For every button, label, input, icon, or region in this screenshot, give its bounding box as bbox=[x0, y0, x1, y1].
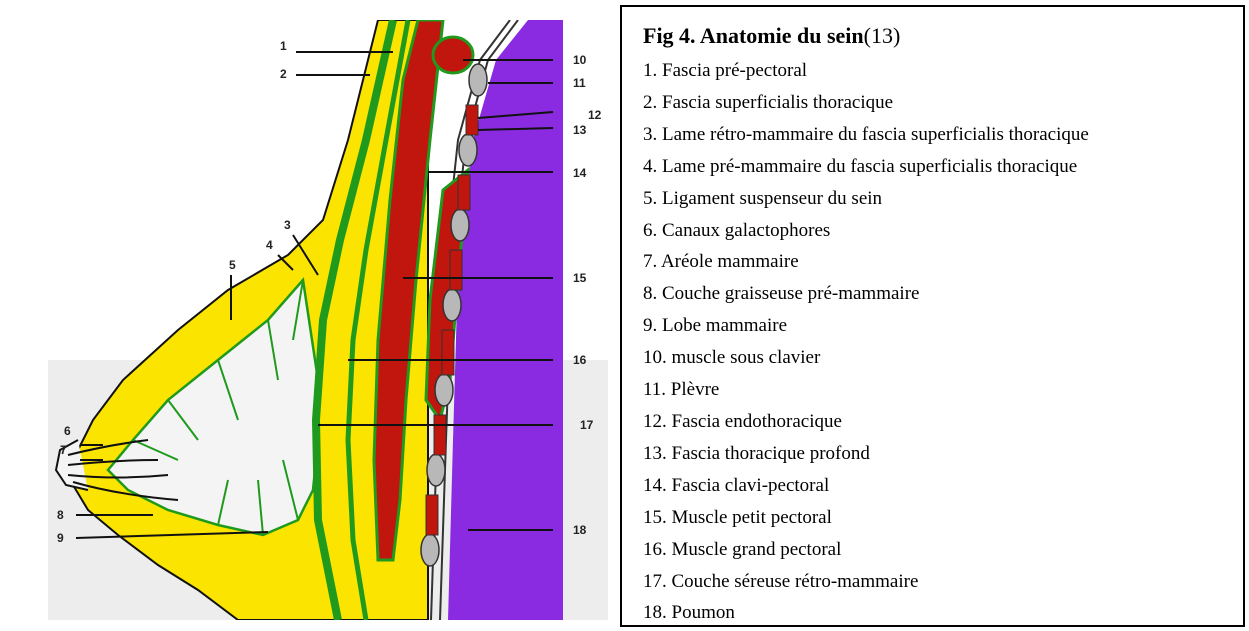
legend-item-number: 12. bbox=[643, 410, 667, 432]
legend-item: 2. Fascia superficialis thoracique bbox=[643, 87, 1243, 119]
callout-4: 4 bbox=[266, 238, 273, 252]
legend-item-number: 2. bbox=[643, 91, 658, 113]
legend-item-number: 1. bbox=[643, 60, 658, 81]
callout-6: 6 bbox=[64, 424, 71, 438]
legend-item: 11. Plèvre bbox=[643, 374, 1243, 406]
legend-item-number: 6. bbox=[643, 219, 658, 241]
legend-item-text: Fascia pré-pectoral bbox=[662, 60, 808, 81]
legend-item-text: Lame rétro-mammaire du fascia superficia… bbox=[662, 123, 1089, 145]
legend-item: 18. Poumon bbox=[643, 597, 1243, 629]
legend-item: 15. Muscle petit pectoral bbox=[643, 502, 1243, 534]
legend-item: 7. Aréole mammaire bbox=[643, 246, 1243, 278]
legend-item-text: Muscle grand pectoral bbox=[671, 538, 842, 560]
legend-item: 6. Canaux galactophores bbox=[643, 215, 1243, 247]
callout-12: 12 bbox=[588, 108, 602, 122]
legend-item: 14. Fascia clavi-pectoral bbox=[643, 470, 1243, 502]
legend-item-text: Fascia clavi-pectoral bbox=[671, 474, 830, 496]
legend-item-number: 15. bbox=[643, 506, 667, 528]
legend-item: 17. Couche séreuse rétro-mammaire bbox=[643, 566, 1243, 598]
legend-item: 5. Ligament suspenseur du sein bbox=[643, 183, 1243, 215]
legend-item-text: Poumon bbox=[671, 602, 735, 624]
legend-item-text: Muscle petit pectoral bbox=[671, 506, 832, 528]
legend-item-text: Canaux galactophores bbox=[662, 219, 831, 241]
legend-item-text: Couche graisseuse pré-mammaire bbox=[662, 283, 920, 305]
legend-item-number: 16. bbox=[643, 538, 667, 560]
callout-1: 1 bbox=[280, 39, 287, 53]
legend-item: 12. Fascia endothoracique bbox=[643, 406, 1243, 438]
legend-item: 13. Fascia thoracique profond bbox=[643, 438, 1243, 470]
legend-item: 10. muscle sous clavier bbox=[643, 342, 1243, 374]
legend-item-number: 9. bbox=[643, 315, 658, 337]
figure-title-text: Fig 4. Anatomie du sein bbox=[643, 23, 864, 48]
legend-item-number: 11. bbox=[643, 379, 667, 401]
legend-panel: Fig 4. Anatomie du sein(13) 1. Fascia pr… bbox=[620, 5, 1245, 627]
legend-item-number: 17. bbox=[643, 570, 667, 592]
figure-title: Fig 4. Anatomie du sein(13) bbox=[643, 21, 1243, 51]
legend-item-number: 3. bbox=[643, 123, 658, 145]
callout-15: 15 bbox=[573, 271, 587, 285]
legend-item-number: 10. bbox=[643, 347, 667, 369]
legend-item-text: Fascia endothoracique bbox=[671, 410, 842, 432]
callout-9: 9 bbox=[57, 531, 64, 545]
callout-2: 2 bbox=[280, 67, 287, 81]
legend-list: 1. Fascia pré-pectoral 2. Fascia superfic… bbox=[643, 55, 1243, 629]
legend-item-number: 8. bbox=[643, 283, 658, 305]
legend-item-text: Lame pré-mammaire du fascia superficiali… bbox=[662, 155, 1078, 177]
legend-item: 4. Lame pré-mammaire du fascia superfici… bbox=[643, 151, 1243, 183]
legend-item-text: Fascia superficialis thoracique bbox=[662, 91, 894, 113]
legend-item: 16. Muscle grand pectoral bbox=[643, 534, 1243, 566]
callout-8: 8 bbox=[57, 508, 64, 522]
breast-anatomy-diagram: 1 2 3 4 5 6 7 8 9 10 11 12 13 14 15 16 1… bbox=[48, 20, 608, 620]
legend-item-text: Ligament suspenseur du sein bbox=[662, 187, 883, 209]
callout-18: 18 bbox=[573, 523, 587, 537]
legend-item-number: 18. bbox=[643, 602, 667, 624]
callout-13: 13 bbox=[573, 123, 587, 137]
legend-item-text: Fascia thoracique profond bbox=[671, 442, 870, 464]
legend-item-number: 13. bbox=[643, 442, 667, 464]
legend-item-text: Couche séreuse rétro-mammaire bbox=[671, 570, 919, 592]
legend-item-number: 5. bbox=[643, 187, 658, 209]
legend-item-text: muscle sous clavier bbox=[671, 347, 821, 369]
figure-title-reference: (13) bbox=[863, 23, 901, 48]
legend-item-text: Aréole mammaire bbox=[660, 251, 799, 273]
callout-17: 17 bbox=[580, 418, 594, 432]
legend-item: 9. Lobe mammaire bbox=[643, 310, 1243, 342]
legend-item: 1. Fascia pré-pectoral bbox=[643, 55, 1243, 87]
callout-7: 7 bbox=[60, 443, 67, 457]
legend-item: 8. Couche graisseuse pré-mammaire bbox=[643, 278, 1243, 310]
legend-item-number: 14. bbox=[643, 474, 667, 496]
anatomy-illustration: 1 2 3 4 5 6 7 8 9 10 11 12 13 14 15 16 1… bbox=[48, 20, 608, 620]
legend-item-number: 7. bbox=[643, 251, 658, 273]
legend-item-text: Lobe mammaire bbox=[662, 315, 788, 337]
callout-14: 14 bbox=[573, 166, 587, 180]
callout-11: 11 bbox=[573, 76, 586, 90]
legend-item: 3. Lame rétro-mammaire du fascia superfi… bbox=[643, 119, 1243, 151]
legend-item-number: 4. bbox=[643, 155, 658, 177]
callout-3: 3 bbox=[284, 218, 291, 232]
callout-5: 5 bbox=[229, 258, 236, 272]
muscle-sous-clavier bbox=[431, 35, 475, 75]
callout-16: 16 bbox=[573, 353, 587, 367]
callout-10: 10 bbox=[573, 53, 587, 67]
legend-item-text: Plèvre bbox=[670, 379, 720, 401]
